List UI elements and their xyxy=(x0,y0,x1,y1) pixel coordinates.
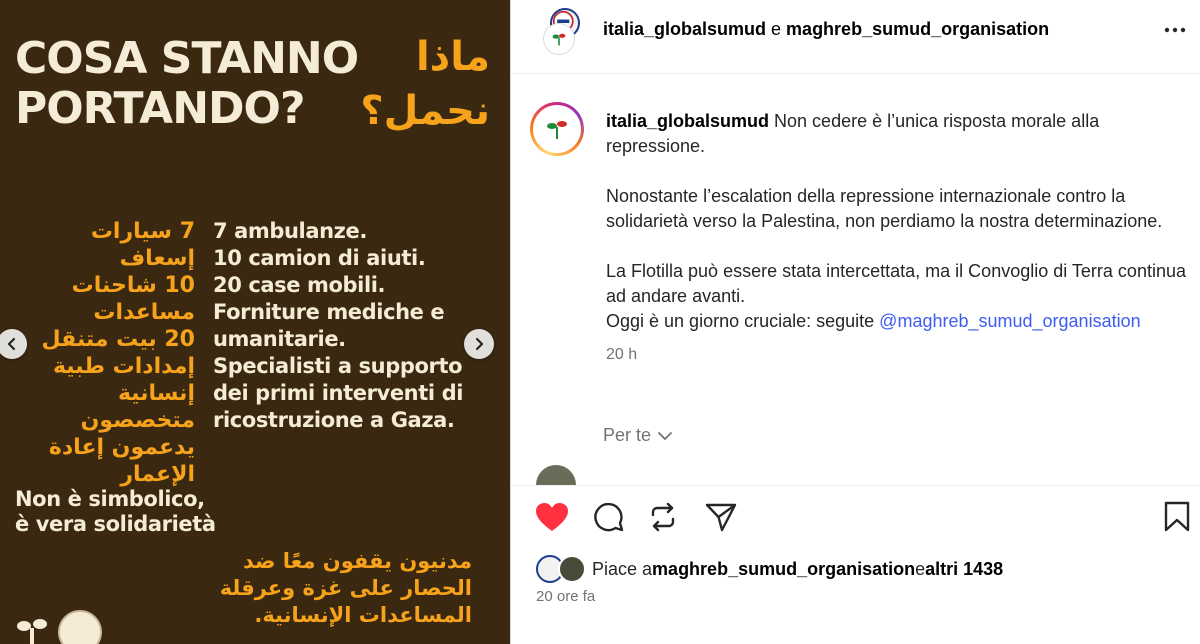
list-line: الإعمار xyxy=(120,462,195,487)
avatar xyxy=(558,555,586,583)
list-line: متخصصون xyxy=(80,408,195,433)
list-line: umanitarie. xyxy=(213,327,346,351)
liker-avatars xyxy=(536,554,588,584)
header-account-link[interactable]: maghreb_sumud_organisation xyxy=(786,19,1049,39)
action-bar xyxy=(511,485,1200,545)
for-you-label: Per te xyxy=(603,425,652,445)
list-line: مساعدات xyxy=(93,300,195,325)
headline-line: COSA STANNO xyxy=(15,33,359,84)
comment-button[interactable] xyxy=(591,499,627,535)
header-account-link[interactable]: italia_globalsumud xyxy=(603,19,766,39)
headline-line: PORTANDO? xyxy=(15,83,305,134)
list-line: 10 شاحنات xyxy=(71,273,195,298)
list-line: إمدادات طبية xyxy=(52,354,195,379)
post-sidebar: italia_globalsumud e maghreb_sumud_organ… xyxy=(510,0,1200,644)
caption-username[interactable]: italia_globalsumud xyxy=(606,111,769,131)
repost-button[interactable] xyxy=(645,499,681,535)
tagline-line: مدنيون يقفون معًا ضد xyxy=(243,549,472,573)
list-line: 7 سيارات إسعاف xyxy=(90,219,195,271)
sprout-icon xyxy=(552,33,566,46)
likes-prefix: Piace a xyxy=(592,558,653,579)
avatar xyxy=(533,105,581,153)
caption-timestamp[interactable]: 20 h xyxy=(606,342,1186,367)
image-list-italian: 7 ambulanze. 10 camion di aiuti. 20 case… xyxy=(213,218,503,434)
likes-middle: e xyxy=(915,558,926,579)
caption-avatar[interactable] xyxy=(530,102,584,156)
chevron-down-icon xyxy=(658,431,672,440)
collab-avatars[interactable] xyxy=(544,8,584,54)
list-line: ricostruzione a Gaza. xyxy=(213,408,455,432)
mention-link[interactable]: @maghreb_sumud_organisation xyxy=(879,311,1140,331)
list-line: 10 camion di aiuti. xyxy=(213,246,426,270)
headline-line: ماذا xyxy=(415,34,490,80)
save-button[interactable] xyxy=(1159,499,1195,535)
list-line: Specialisti a supporto xyxy=(213,354,463,378)
post-timestamp[interactable]: 20 ore fa xyxy=(536,588,595,605)
for-you-toggle[interactable]: Per te xyxy=(603,425,673,446)
caption-para: Nonostante l’escalation della repression… xyxy=(606,186,1163,231)
comment-icon xyxy=(594,502,624,532)
list-line: Forniture mediche e xyxy=(213,300,445,324)
image-tagline-arabic: مدنيون يقفون معًا ضد الحصار على غزة وعرق… xyxy=(200,548,472,629)
header-collab-names: italia_globalsumud e maghreb_sumud_organ… xyxy=(603,19,1049,40)
list-line: 20 بيت متنقل xyxy=(41,327,195,352)
chevron-left-icon xyxy=(7,337,16,351)
list-line: 7 ambulanze. xyxy=(213,219,367,243)
tagline-line: الحصار على غزة وعرقلة xyxy=(219,576,472,600)
comment-row-peek xyxy=(536,465,1176,485)
headline-line: نحمل؟ xyxy=(360,88,490,134)
tagline-line: Non è simbolico, xyxy=(15,487,205,511)
seal-logo-icon xyxy=(58,610,102,644)
more-icon[interactable] xyxy=(1161,18,1189,42)
caption-para: Oggi è un giorno cruciale: seguite xyxy=(606,311,880,331)
list-line: 20 case mobili. xyxy=(213,273,386,297)
image-tagline-italian: Non è simbolico, è vera solidarietà xyxy=(15,487,216,537)
post-image: COSA STANNO PORTANDO? ماذا نحمل؟ 7 سيارا… xyxy=(0,0,510,644)
sprout-icon xyxy=(547,121,567,139)
tagline-line: المساعدات الإنسانية. xyxy=(254,603,472,627)
image-list-arabic: 7 سيارات إسعاف 10 شاحنات مساعدات 20 بيت … xyxy=(10,218,195,488)
avatar xyxy=(536,465,576,485)
carousel-next-button[interactable] xyxy=(464,329,494,359)
share-icon xyxy=(705,503,737,532)
sprout-logo-icon xyxy=(17,619,47,644)
image-headline-arabic: ماذا نحمل؟ xyxy=(360,30,490,138)
list-line: dei primi interventi di xyxy=(213,381,464,405)
caption-para: La Flotilla può essere stata intercettat… xyxy=(606,261,1186,306)
caption-text: italia_globalsumud Non cedere è l’unica … xyxy=(606,109,1186,367)
bookmark-icon xyxy=(1164,501,1190,532)
list-line: إنسانية xyxy=(117,381,195,406)
list-line: يدعمون إعادة xyxy=(48,435,195,460)
share-button[interactable] xyxy=(703,499,739,535)
likes-others[interactable]: altri 1438 xyxy=(925,559,1003,580)
heart-icon xyxy=(536,503,568,531)
header-joiner: e xyxy=(766,19,787,39)
image-headline-italian: COSA STANNO PORTANDO? xyxy=(15,33,359,134)
like-button[interactable] xyxy=(534,499,570,535)
post-header: italia_globalsumud e maghreb_sumud_organ… xyxy=(511,0,1200,74)
likes-summary[interactable]: Piace a maghreb_sumud_organisation e alt… xyxy=(536,553,1003,585)
caption-area: italia_globalsumud Non cedere è l’unica … xyxy=(511,75,1200,485)
chevron-right-icon xyxy=(475,337,484,351)
repost-icon xyxy=(651,502,675,532)
liker-username[interactable]: maghreb_sumud_organisation xyxy=(652,559,915,580)
tagline-line: è vera solidarietà xyxy=(15,512,216,536)
avatar xyxy=(544,24,574,54)
